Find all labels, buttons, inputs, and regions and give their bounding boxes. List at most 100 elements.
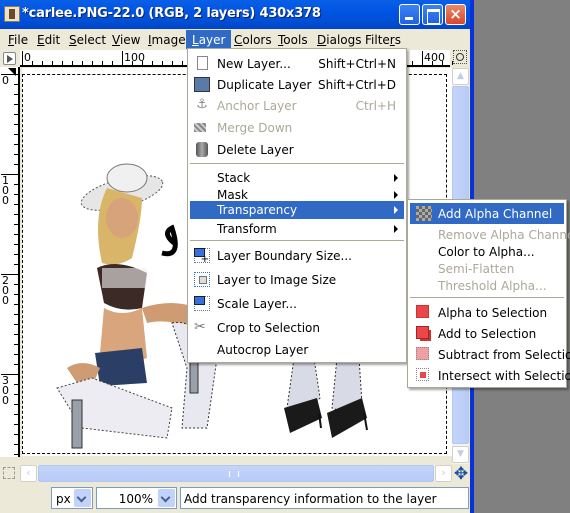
menu-item-label: Mask [217,188,248,202]
menu-item-label: Intersect with Selection [438,369,570,383]
menu-item-shortcut: Shift+Ctrl+D [318,78,396,92]
canvas-padding [22,456,452,464]
zoom-on-resize-icon[interactable] [453,50,467,64]
menu-item-label: Delete Layer [217,143,294,157]
new-layer-icon [197,56,208,70]
alpha-to-selection-icon [416,305,429,318]
menu-item-scale-layer[interactable]: Scale Layer... [190,293,404,314]
navigate-move-icon[interactable]: ✥ [453,466,469,483]
menu-item-crop-to-selection[interactable]: ✂ Crop to Selection [190,317,404,338]
menu-mnemonic: L [192,33,199,47]
menu-item-alpha-to-selection[interactable]: Alpha to Selection [410,302,564,323]
menu-item-label: Remove Alpha Channel [438,228,570,242]
menu-item-delete-layer[interactable]: Delete Layer [190,139,404,160]
menu-label: dit [44,33,61,47]
ruler-corner-marker [8,68,16,76]
title-bar[interactable]: *carlee.PNG-22.0 (RGB, 2 layers) 430x378… [0,0,470,29]
scroll-up-button[interactable]: ▲ [452,68,469,85]
close-button[interactable]: × [445,4,466,25]
menu-item-add-alpha-channel[interactable]: Add Alpha Channel [410,203,564,224]
ruler-tick [14,304,18,305]
ruler-tick [14,244,18,245]
menu-item-threshold-alpha[interactable]: Threshold Alpha... [410,275,564,296]
zoom-select[interactable]: 100% [96,487,177,509]
menu-item-label: Semi-Flatten [438,262,515,276]
ruler-tick [14,84,18,85]
menu-item-label: Subtract from Selection [438,348,570,362]
ruler-tick [422,51,423,65]
vertical-ruler[interactable]: 0 100 200 300 [0,67,20,457]
chevron-down-icon[interactable] [158,489,175,507]
menu-label: olors [242,33,272,47]
submenu-arrow-icon [394,225,398,233]
ruler-tick [14,94,18,95]
ruler-tick [14,134,18,135]
menu-tools[interactable]: Tools [272,30,314,49]
ruler-tick [14,254,18,255]
ruler-tick [42,61,43,65]
ruler-tick [62,61,63,65]
ruler-tick [182,61,183,65]
menu-item-new-layer[interactable]: New Layer... Shift+Ctrl+N [190,53,404,74]
scroll-grip [229,471,239,477]
menu-mnemonic: S [69,33,77,47]
menu-label: mage [151,33,186,47]
scroll-down-button[interactable]: ▼ [452,446,469,463]
ruler-tick [14,434,18,435]
unit-select[interactable]: px [51,487,93,509]
gimp-app-icon[interactable] [4,6,20,22]
menu-separator [190,163,404,164]
menu-edit[interactable]: Edit [31,30,66,49]
menu-colors[interactable]: Colors [228,30,278,49]
status-message-text: Add transparency information to the laye… [184,492,437,506]
ruler-tick [14,264,18,265]
menu-item-transparency[interactable]: Transparency [190,201,404,219]
menu-item-subtract-from-selection[interactable]: Subtract from Selection [410,344,570,365]
layer-boundary-size-icon [194,248,210,265]
ruler-tick [14,124,18,125]
scroll-right-button[interactable]: › [435,465,452,482]
chevron-down-icon[interactable] [74,489,91,507]
maximize-button[interactable] [422,4,443,25]
horizontal-scrollbar[interactable]: ‹ › [20,465,452,482]
menu-item-anchor-layer[interactable]: ⚓ Anchor Layer Ctrl+H [190,95,404,116]
scroll-left-button[interactable]: ‹ [20,465,37,482]
menu-item-layer-to-image-size[interactable]: Layer to Image Size [190,269,404,290]
menu-item-label: Duplicate Layer [217,78,312,92]
ruler-label: 100 [124,51,145,64]
menu-bar: File Edit Select View Image Layer Colors… [0,29,470,49]
menu-item-merge-down[interactable]: Merge Down [190,117,404,138]
image-menu-button[interactable] [3,52,16,65]
menu-item-autocrop-layer[interactable]: Autocrop Layer [190,339,404,360]
quick-mask-toggle[interactable] [3,467,15,479]
ruler-label: 100 [2,174,9,207]
submenu-arrow-icon [394,206,398,214]
ruler-tick [92,61,93,65]
menu-filters[interactable]: Filters [359,30,407,49]
ruler-tick [14,154,18,155]
menu-layer[interactable]: Layer [186,30,232,49]
ruler-tick [14,444,18,445]
menu-select[interactable]: Select [63,30,112,49]
menu-item-transform[interactable]: Transform [190,218,404,239]
menu-item-label: Anchor Layer [217,99,297,113]
menu-label: s [394,33,401,47]
ruler-tick [112,61,113,65]
ruler-label: 200 [2,274,9,307]
menu-item-label: Color to Alpha... [438,245,535,259]
menu-item-label: Scale Layer... [217,297,297,311]
menu-item-layer-boundary-size[interactable]: Layer Boundary Size... [190,245,404,266]
menu-file[interactable]: File [2,30,34,49]
merge-down-icon [194,123,206,132]
minimize-button[interactable] [399,4,420,25]
menu-label: iew [119,33,141,47]
menu-item-intersect-with-selection[interactable]: Intersect with Selection [410,365,570,386]
ruler-tick [14,364,18,365]
menu-item-duplicate-layer[interactable]: Duplicate Layer Shift+Ctrl+D [190,74,404,95]
transparency-submenu: Add Alpha Channel Remove Alpha Channel C… [407,199,570,388]
horizontal-scroll-thumb[interactable] [38,465,434,482]
menu-view[interactable]: View [106,30,146,49]
menu-image[interactable]: Image [142,30,192,49]
ruler-label: 300 [2,374,9,407]
menu-item-add-to-selection[interactable]: Add to Selection [410,323,564,344]
